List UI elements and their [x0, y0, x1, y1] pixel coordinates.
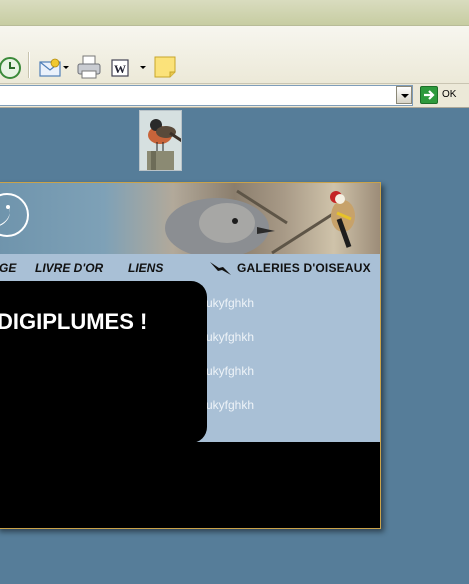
side-menu-link[interactable]: ukyfghkh [206, 330, 254, 344]
edit-dropdown-icon[interactable] [140, 66, 146, 69]
content-panel [0, 281, 207, 443]
website-frame: GE LIVRE D'OR LIENS GALERIES D'OISEAUX u… [0, 182, 381, 529]
browser-toolbar: W [0, 26, 469, 84]
print-icon[interactable] [76, 54, 102, 80]
site-nav-bar: GE LIVRE D'OR LIENS GALERIES D'OISEAUX [0, 254, 380, 282]
bird-banner-image [147, 183, 380, 254]
page-title: DIGIPLUMES ! [0, 309, 148, 334]
nav-item-home[interactable]: GE [0, 261, 16, 275]
go-button-label[interactable]: OK [442, 89, 456, 100]
side-menu-link[interactable]: ukyfghkh [206, 296, 254, 310]
nav-item-galleries[interactable]: GALERIES D'OISEAUX [237, 261, 371, 275]
site-banner [0, 183, 380, 254]
address-dropdown-button[interactable] [396, 86, 412, 104]
mail-dropdown-icon[interactable] [63, 66, 69, 69]
side-menu-link[interactable]: ukyfghkh [206, 364, 254, 378]
mail-icon[interactable] [38, 56, 62, 80]
go-arrow-icon[interactable] [420, 86, 438, 104]
chevron-down-icon [401, 94, 409, 98]
nav-item-links[interactable]: LIENS [128, 261, 163, 275]
edit-icon[interactable]: W [110, 57, 132, 79]
window-title-bar [0, 0, 469, 26]
side-menu-link[interactable]: ukyfghkh [206, 398, 254, 412]
address-input[interactable] [0, 85, 413, 106]
history-icon[interactable] [0, 56, 22, 80]
bird-thumbnail-image[interactable] [139, 110, 182, 171]
nav-item-guestbook[interactable]: LIVRE D'OR [35, 261, 103, 275]
site-logo-icon[interactable] [0, 193, 29, 237]
bird-silhouette-icon [209, 259, 233, 277]
note-icon[interactable] [153, 55, 177, 79]
svg-text:W: W [114, 62, 126, 76]
